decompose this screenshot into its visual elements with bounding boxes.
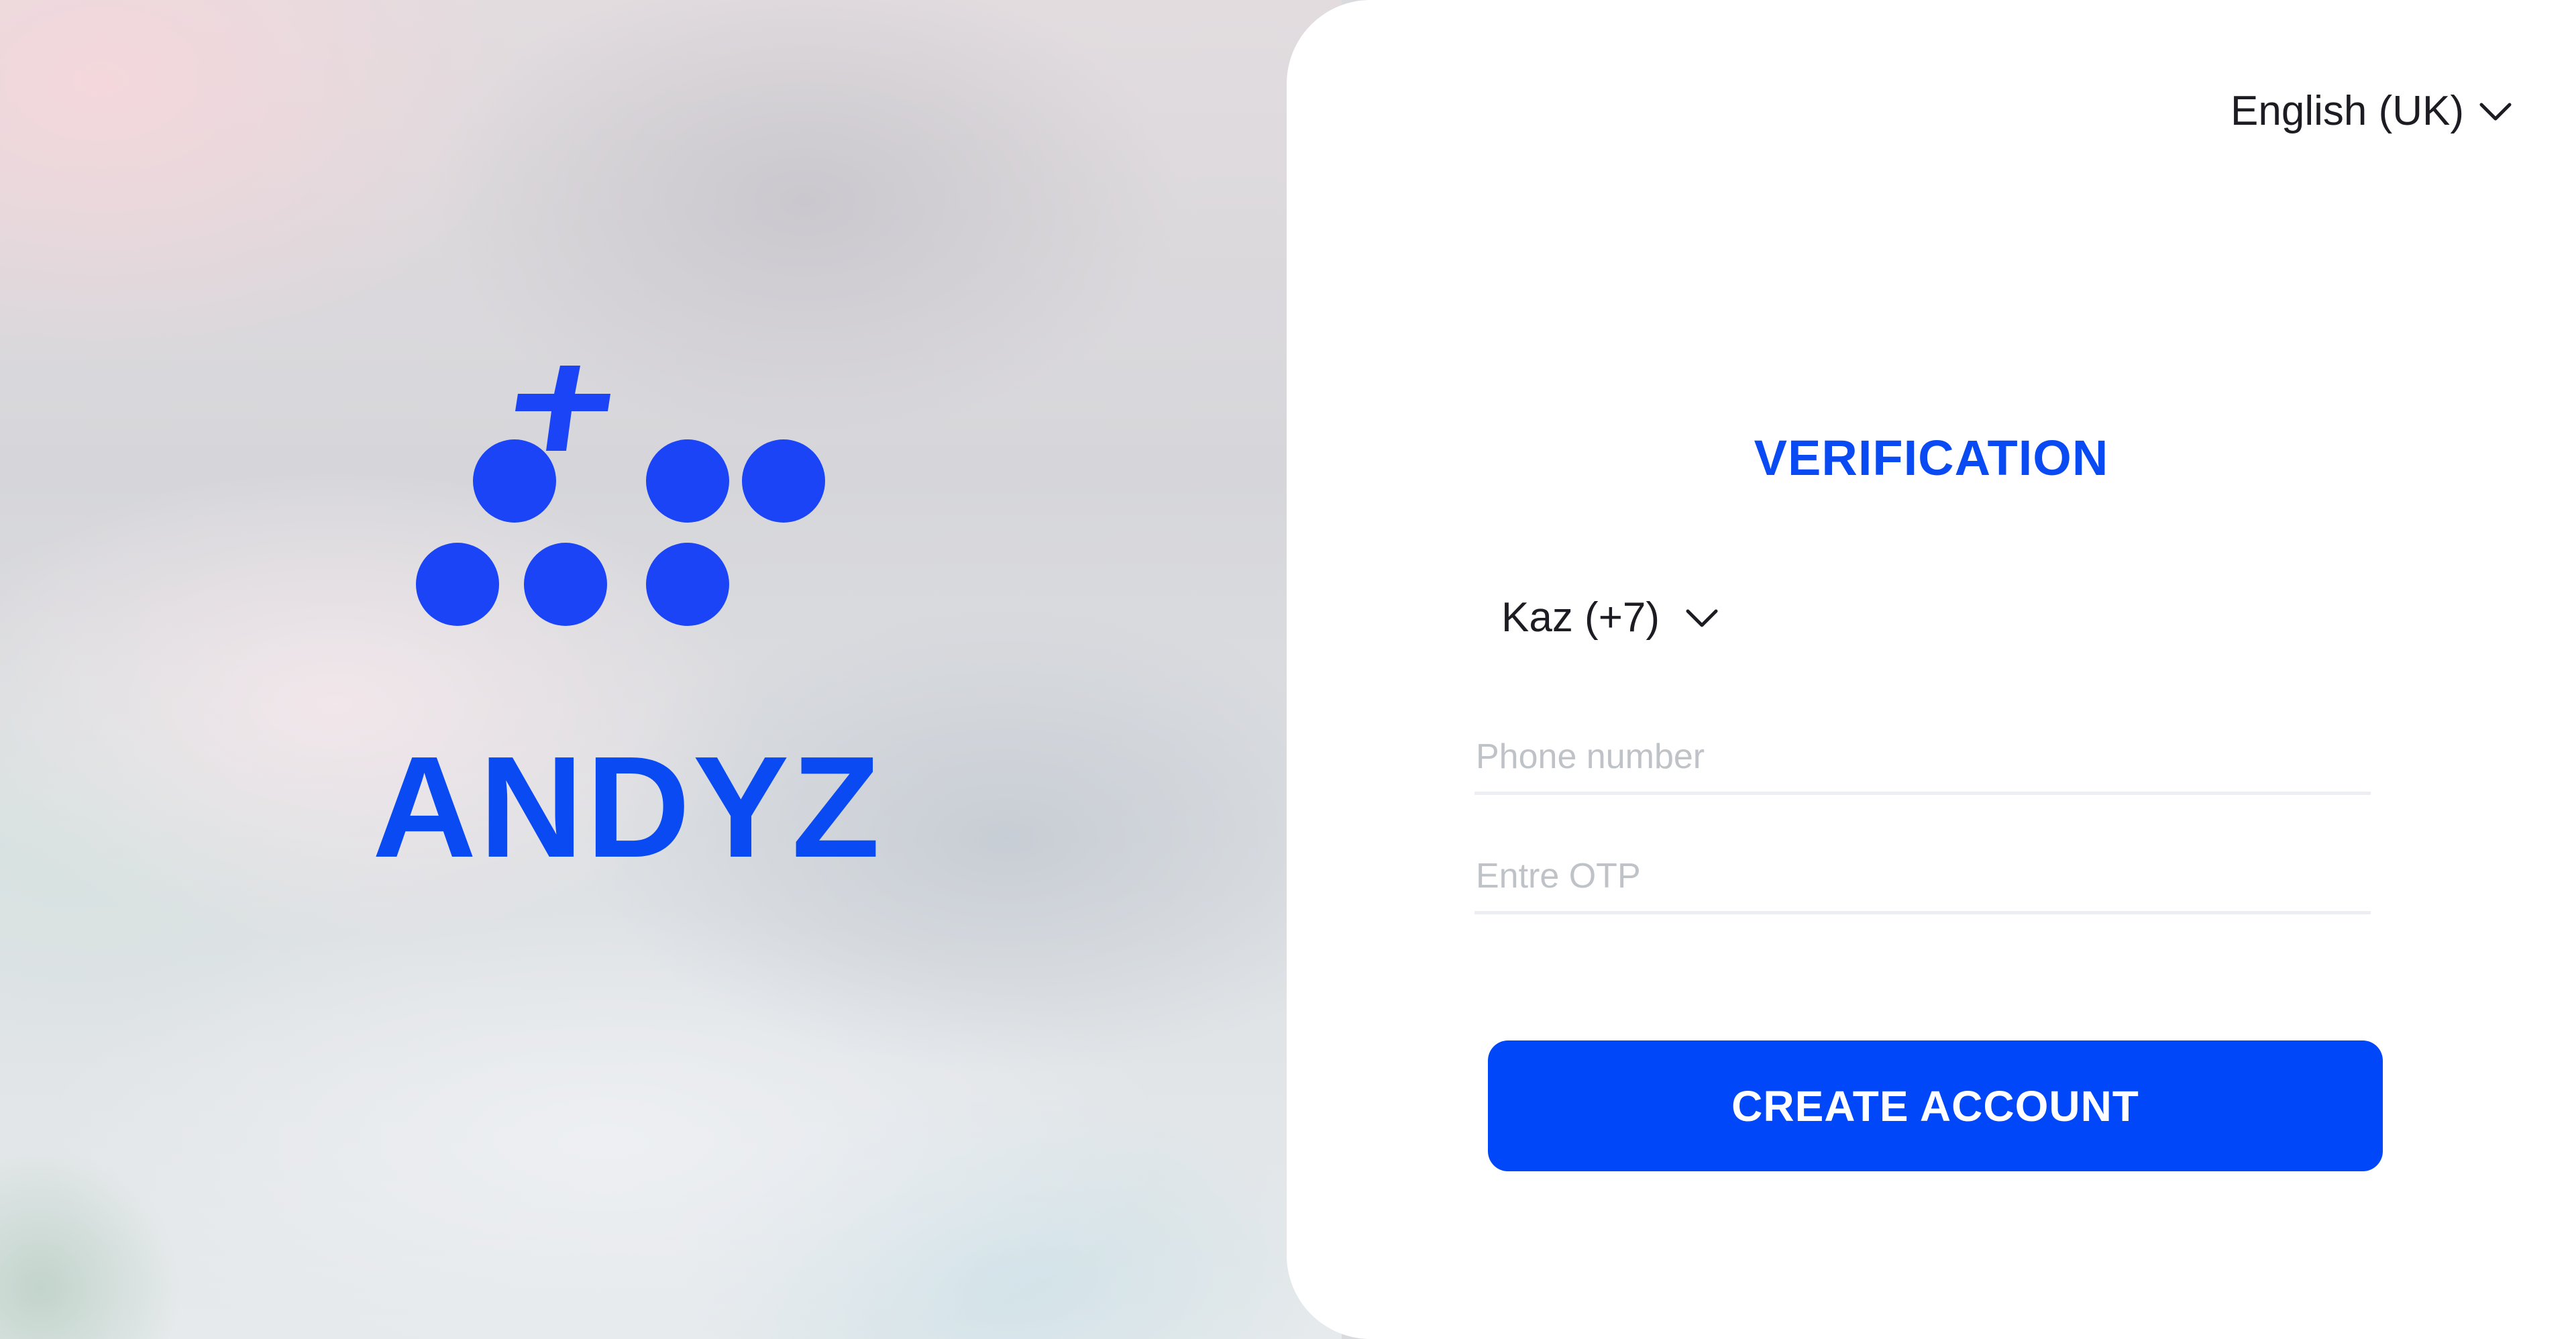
chevron-down-icon	[1686, 609, 1718, 627]
verification-panel: English (UK) VERIFICATION Kaz (+7) CREAT…	[1287, 0, 2576, 1339]
plus-dots-logo-icon	[416, 366, 825, 626]
page-title: VERIFICATION	[1754, 430, 2109, 486]
branding-panel: ANDYZ	[0, 0, 1342, 1339]
chevron-down-icon	[2479, 103, 2512, 120]
country-code-select[interactable]: Kaz (+7)	[1501, 594, 1719, 641]
language-select[interactable]: English (UK)	[2231, 87, 2512, 135]
language-select-label: English (UK)	[2231, 88, 2464, 134]
brand-name: ANDYZ	[372, 726, 883, 888]
phone-number-input[interactable]	[1474, 721, 2371, 795]
create-account-button[interactable]: CREATE ACCOUNT	[1488, 1040, 2383, 1171]
otp-input[interactable]	[1474, 841, 2371, 914]
country-code-label: Kaz (+7)	[1501, 594, 1660, 641]
